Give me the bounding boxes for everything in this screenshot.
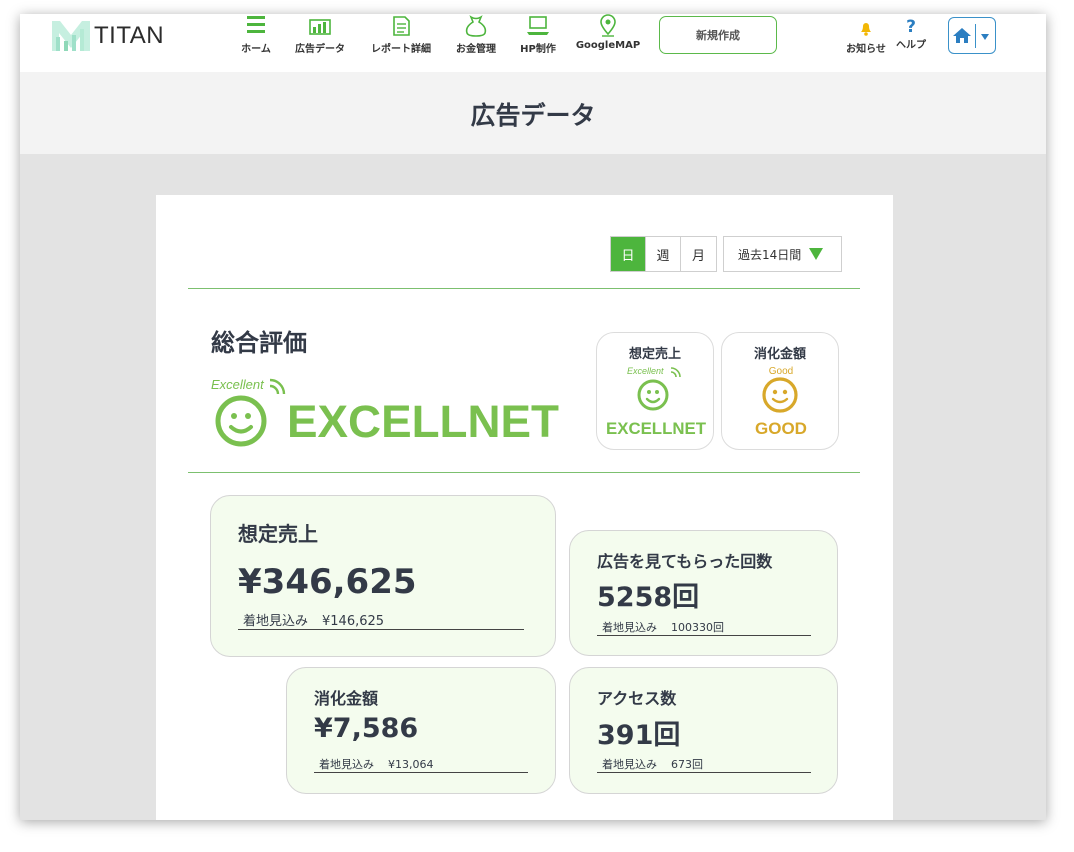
smile-icon: [762, 377, 798, 413]
stat-title: 想定売上: [238, 522, 318, 546]
help-label: ヘルプ: [896, 40, 926, 51]
mini-rating-text: EXCELLNET: [606, 419, 707, 438]
caret-down-icon: [981, 33, 989, 40]
mini-rating-badge: Good GOOD: [755, 366, 807, 438]
period-type-tabs: 日 週 月: [610, 236, 717, 272]
nav-item-googlemap[interactable]: GoogleMAP: [573, 14, 643, 51]
nav-item-report-detail[interactable]: レポート詳細: [366, 14, 436, 55]
stat-value: 5258回: [597, 582, 700, 613]
stat-forecast-value: 673回: [671, 758, 703, 771]
notifications-label: お知らせ: [846, 44, 886, 55]
mini-rating-title: 想定売上: [628, 347, 681, 362]
logo-text: TITAN: [94, 22, 165, 49]
page-title: 広告データ: [470, 101, 596, 130]
home-icon: [953, 27, 971, 43]
stat-forecast-label: 着地見込み: [319, 758, 374, 771]
mini-rating-text: GOOD: [755, 419, 807, 438]
mini-rating-badge: Excellent EXCELLNET: [606, 366, 707, 438]
nav-item-ad-data[interactable]: 広告データ: [285, 14, 355, 55]
nav-item-label: お金管理: [456, 44, 496, 55]
page-header: 広告データ: [20, 72, 1046, 154]
overall-rating-badge: Excellent EXCELLNET: [211, 377, 559, 447]
nav-item-hp[interactable]: HP制作: [503, 14, 573, 55]
stat-forecast-label: 着地見込み: [602, 621, 657, 634]
stat-forecast: 着地見込み ¥146,625: [238, 610, 524, 630]
nav-item-home[interactable]: ホーム: [221, 14, 291, 55]
triangle-down-icon: [809, 248, 824, 260]
logo[interactable]: TITAN: [52, 20, 164, 52]
mini-rating-title: 消化金額: [753, 347, 806, 362]
new-create-button[interactable]: 新規作成: [659, 16, 777, 54]
divider: [188, 472, 860, 473]
mini-rating-sales: 想定売上 Excellent EXCELLNET: [596, 332, 714, 450]
nav-item-label: レポート詳細: [371, 44, 431, 55]
stat-forecast-value: ¥13,064: [388, 758, 434, 771]
nav-item-label: GoogleMAP: [575, 40, 641, 51]
stat-card-access: アクセス数 391回 着地見込み 673回: [569, 667, 838, 794]
stat-forecast: 着地見込み 100330回: [597, 619, 811, 636]
period-select-value: 過去14日間: [738, 247, 802, 262]
stat-title: 消化金額: [314, 689, 379, 708]
help-button[interactable]: ? ヘルプ: [889, 18, 933, 51]
money-bag-icon: [465, 15, 487, 37]
period-select[interactable]: 過去14日間: [723, 236, 842, 272]
mini-rating-small-label: Excellent: [627, 366, 664, 376]
nav-item-label: ホーム: [241, 44, 271, 55]
nav-item-label: 広告データ: [295, 44, 345, 55]
stat-forecast-label: 着地見込み: [602, 758, 657, 771]
bar-chart-icon: [309, 19, 331, 35]
document-icon: [393, 16, 410, 36]
bell-icon: [861, 23, 871, 36]
nav-item-label: HP制作: [520, 44, 556, 55]
stat-card-views: 広告を見てもらった回数 5258回 着地見込み 100330回: [569, 530, 838, 656]
stat-forecast: 着地見込み ¥13,064: [314, 756, 528, 773]
app-window: TITAN ホーム 広告データ レポート詳細 お金管理 HP制作 GoogleM…: [20, 14, 1046, 820]
menu-icon: [247, 16, 265, 33]
stat-forecast: 着地見込み 673回: [597, 756, 811, 773]
stat-forecast-value: ¥146,625: [322, 614, 385, 629]
stat-value: ¥7,586: [314, 713, 419, 744]
help-icon: ?: [906, 17, 916, 37]
map-pin-icon: [600, 14, 616, 37]
mini-rating-small-label: Good: [769, 366, 793, 377]
top-navigation: TITAN ホーム 広告データ レポート詳細 お金管理 HP制作 GoogleM…: [20, 14, 1046, 72]
stat-forecast-value: 100330回: [671, 621, 724, 634]
stat-value: ¥346,625: [238, 562, 417, 602]
stat-card-spend: 消化金額 ¥7,586 着地見込み ¥13,064: [286, 667, 556, 794]
stat-title: 広告を見てもらった回数: [597, 552, 773, 571]
overall-rating-text: EXCELLNET: [287, 396, 559, 447]
stat-forecast-label: 着地見込み: [243, 614, 309, 629]
home-menu-button[interactable]: [948, 17, 996, 54]
titan-logo-icon: [52, 21, 90, 51]
tab-month[interactable]: 月: [681, 237, 716, 271]
overall-rating-small-label: Excellent: [211, 377, 265, 392]
overall-rating-title: 総合評価: [211, 329, 307, 357]
tab-week[interactable]: 週: [646, 237, 681, 271]
stat-card-sales: 想定売上 ¥346,625 着地見込み ¥146,625: [210, 495, 556, 657]
stat-value: 391回: [597, 720, 681, 751]
nav-item-money[interactable]: お金管理: [441, 14, 511, 55]
report-card: 日 週 月 過去14日間 総合評価 Excellent EXCELLNET 想定…: [156, 195, 893, 820]
stat-title: アクセス数: [597, 689, 677, 708]
laptop-icon: [527, 16, 549, 35]
tab-day[interactable]: 日: [611, 237, 646, 271]
notifications-button[interactable]: お知らせ: [844, 18, 888, 55]
mini-rating-spend: 消化金額 Good GOOD: [721, 332, 839, 450]
divider: [188, 288, 860, 289]
